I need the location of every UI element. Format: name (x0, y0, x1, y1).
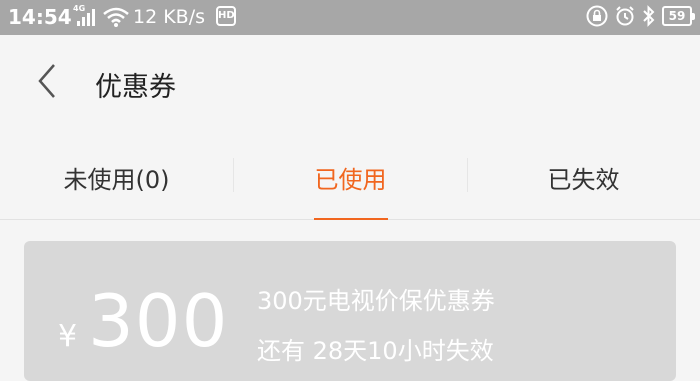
status-right-icons: 59 (586, 5, 695, 27)
status-time: 14:54 (8, 5, 72, 29)
tab-unused[interactable]: 未使用(0) (0, 130, 233, 220)
signal-icon: 4G (73, 4, 99, 28)
coupon-card[interactable]: ¥ 300 300元电视价保优惠券 还有 28天10小时失效 (24, 241, 676, 381)
header: 优惠券 (0, 35, 700, 130)
bluetooth-icon (642, 5, 656, 27)
tab-label: 已失效 (547, 166, 620, 194)
coupon-name: 300元电视价保优惠券 (257, 287, 495, 315)
coupon-amount: 300 (88, 279, 229, 363)
coupon-currency: ¥ (58, 319, 78, 354)
back-icon[interactable] (32, 61, 68, 101)
status-bar: 14:54 4G 12 KB/s HD 59 (0, 0, 700, 35)
coupon-expire-text: 还有 28天10小时失效 (257, 337, 494, 365)
alarm-icon (614, 5, 636, 27)
wifi-icon (102, 6, 130, 32)
tab-expired[interactable]: 已失效 (467, 130, 700, 220)
tab-used[interactable]: 已使用 (234, 130, 467, 221)
coupon-list: ¥ 300 300元电视价保优惠券 还有 28天10小时失效 (0, 220, 700, 381)
battery-icon: 59 (662, 6, 695, 26)
tab-bar: 未使用(0) 已使用 已失效 (0, 130, 700, 221)
page-title: 优惠券 (95, 72, 176, 103)
tab-label: 未使用(0) (63, 166, 170, 194)
network-speed: 12 KB/s (133, 6, 206, 28)
tab-label: 已使用 (314, 166, 387, 194)
lock-icon (586, 5, 608, 27)
hd-icon: HD (216, 6, 236, 26)
